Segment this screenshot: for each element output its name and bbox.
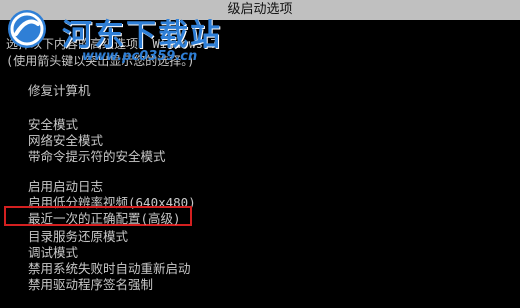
header-hint: (使用箭头键以突出显示您的选择。) [6,54,195,68]
menu-item-repair-computer[interactable]: 修复计算机 [28,82,91,100]
window-title-bar: 级启动选项 [0,0,520,20]
menu-item-safe-mode-command-prompt[interactable]: 带命令提示符的安全模式 [28,148,166,166]
menu-item-last-known-good-config[interactable]: 最近一次的正确配置(高级) [28,210,181,228]
window-title: 级启动选项 [227,2,293,17]
menu-item-disable-driver-signature[interactable]: 禁用驱动程序签名强制 [28,276,153,294]
header-instruction: 选择以下内容的高级选项: Windows 7 [6,37,218,51]
